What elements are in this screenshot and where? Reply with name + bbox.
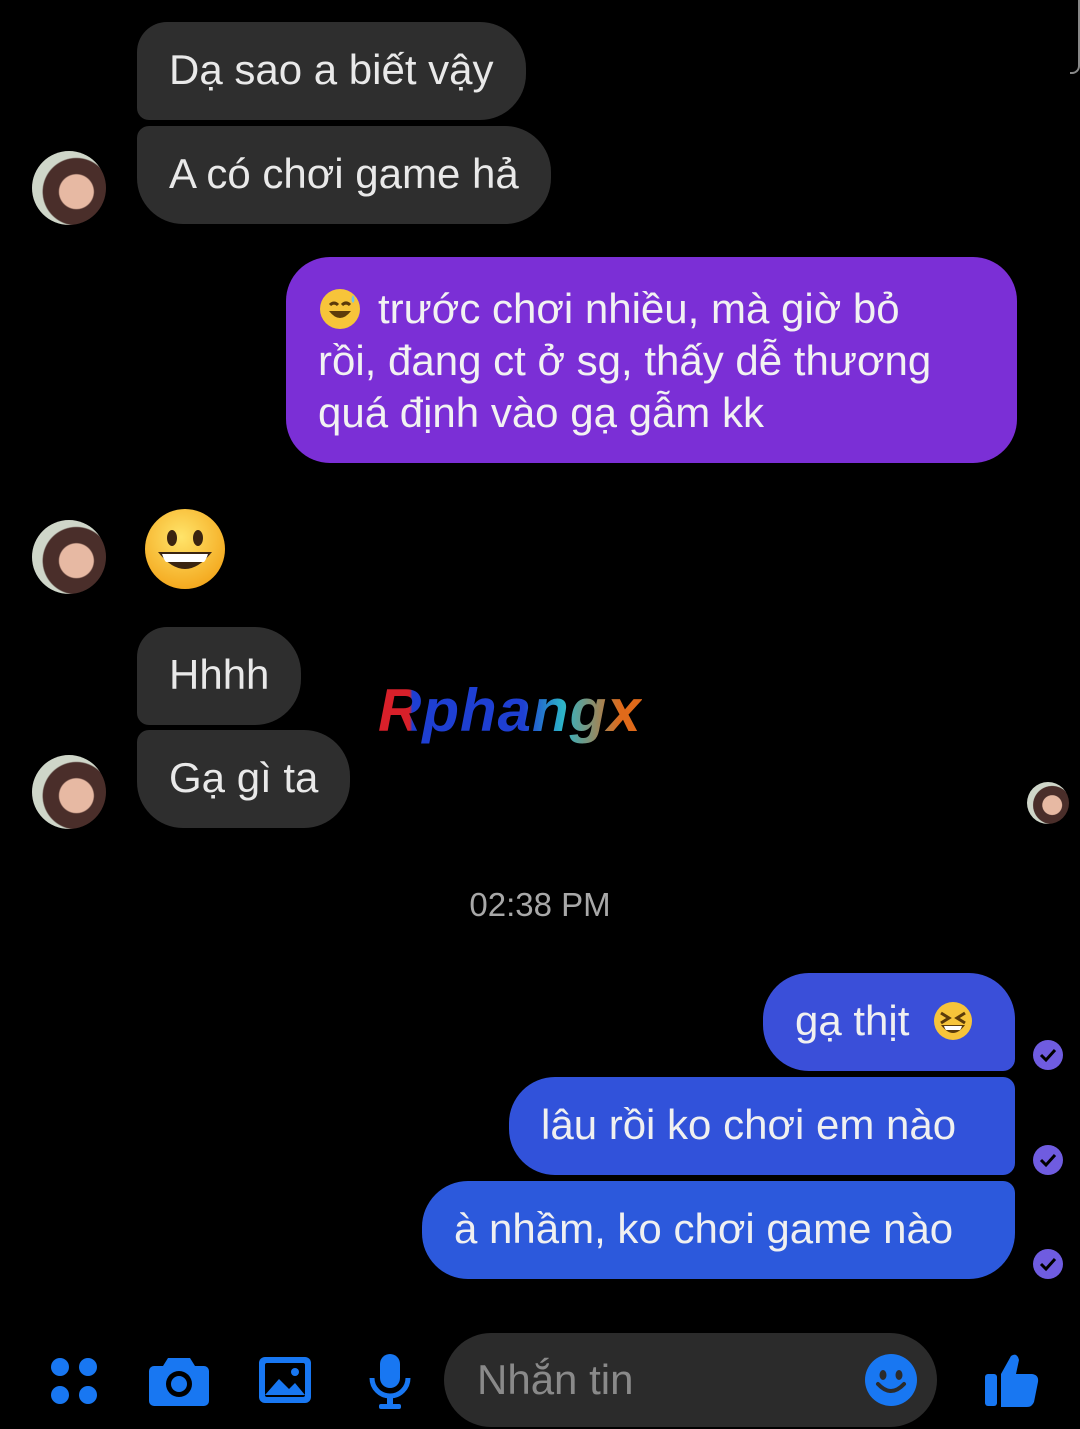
apps-icon[interactable]	[48, 1355, 100, 1407]
message-bubble-outgoing[interactable]: gạ thịt	[763, 973, 1015, 1071]
seen-check-icon	[1033, 1040, 1063, 1070]
like-icon[interactable]	[983, 1350, 1041, 1408]
seen-check-icon	[1033, 1145, 1063, 1175]
watermark-logo: Rphangx	[378, 677, 642, 744]
message-bubble-incoming[interactable]: A có chơi game hả	[137, 126, 551, 224]
message-text: Gạ gì ta	[169, 754, 319, 801]
message-text: A có chơi game hả	[169, 150, 519, 197]
message-bubble-incoming[interactable]: Gạ gì ta	[137, 730, 351, 828]
mic-icon[interactable]	[368, 1352, 412, 1410]
message-bubble-outgoing[interactable]: lâu rồi ko chơi em nào	[509, 1077, 1015, 1175]
sweat-smile-emoji	[320, 289, 360, 329]
message-input[interactable]: Nhắn tin	[477, 1355, 633, 1405]
message-text: rồi, đang ct ở sg, thấy dễ thương	[318, 337, 932, 384]
seen-check-icon	[1033, 1249, 1063, 1279]
grin-emoji[interactable]	[144, 508, 226, 590]
contact-avatar[interactable]	[32, 520, 106, 594]
contact-avatar[interactable]	[32, 755, 106, 829]
seen-avatar	[1027, 782, 1069, 824]
timestamp: 02:38 PM	[469, 886, 611, 923]
contact-avatar[interactable]	[32, 151, 106, 225]
message-text: Dạ sao a biết vậy	[169, 46, 494, 93]
message-text: gạ thịt	[795, 997, 910, 1044]
emoji-icon[interactable]	[864, 1353, 918, 1407]
gallery-icon[interactable]	[257, 1355, 313, 1405]
message-bubble-incoming[interactable]: Dạ sao a biết vậy	[137, 22, 526, 120]
laugh-emoji	[933, 1001, 973, 1041]
message-text: trước chơi nhiều, mà giờ bỏ	[378, 285, 900, 332]
message-bubble-outgoing[interactable]: à nhầm, ko chơi game nào	[422, 1181, 1015, 1279]
message-text: lâu rồi ko chơi em nào	[541, 1101, 957, 1148]
message-text: à nhầm, ko chơi game nào	[454, 1205, 954, 1252]
message-text: quá định vào gạ gẫm kk	[318, 389, 764, 436]
message-composer[interactable]: Nhắn tin	[444, 1333, 937, 1427]
message-text: Hhhh	[169, 651, 270, 698]
scrollbar[interactable]	[1070, 0, 1080, 74]
message-bubble-incoming[interactable]: Hhhh	[137, 627, 302, 725]
message-bubble-outgoing[interactable]: trước chơi nhiều, mà giờ bỏ rồi, đang ct…	[286, 257, 1017, 463]
camera-icon[interactable]	[148, 1354, 210, 1408]
